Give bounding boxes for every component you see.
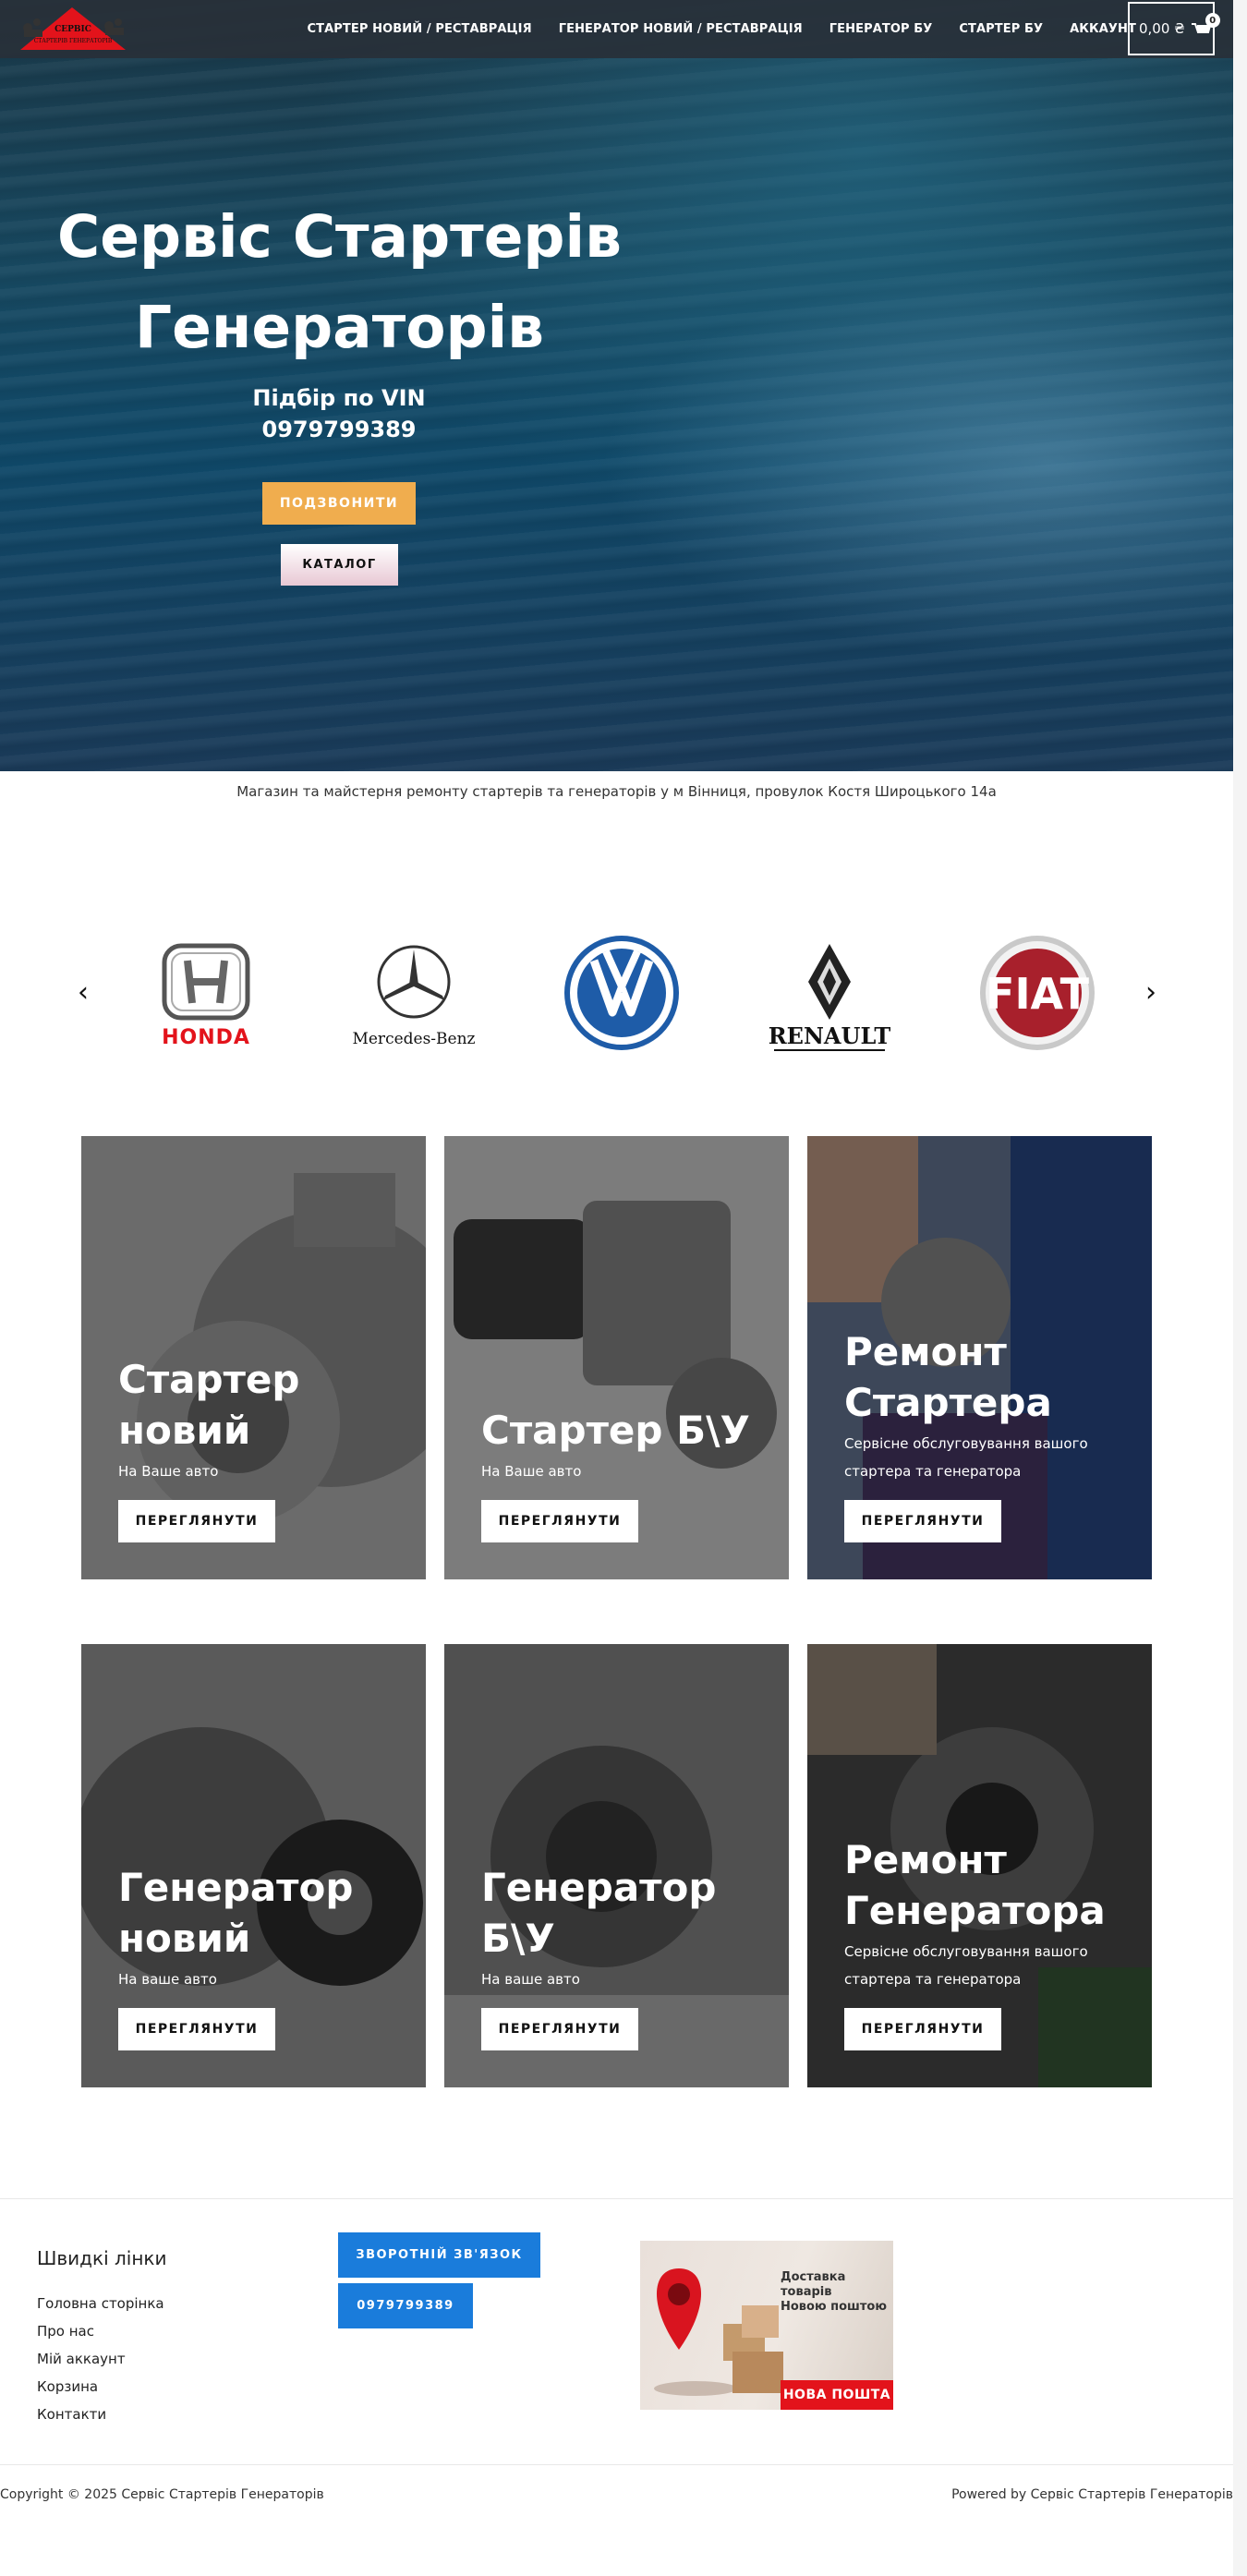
- hero-title: Сервіс Стартерів Генераторів: [55, 192, 624, 373]
- nova-poshta-text: Доставка товарів Новою поштою: [781, 2270, 887, 2315]
- card-desc: На ваше авто: [118, 1971, 217, 1988]
- carousel-prev-icon[interactable]: ‹: [72, 979, 94, 1007]
- card-starter-new[interactable]: Стартер новий На Ваше авто ПЕРЕГЛЯНУТИ: [81, 1136, 426, 1579]
- footer-bottom-divider: [0, 2464, 1233, 2465]
- card-title: Генератор Б\У: [481, 1865, 717, 1961]
- nova-poshta-banner[interactable]: Доставка товарів Новою поштою НОВА ПОШТА: [640, 2241, 893, 2410]
- cart-icon: 0: [1191, 13, 1220, 37]
- card-title: Ремонт Генератора: [844, 1837, 1106, 1933]
- np-text-line1: Доставка: [781, 2270, 846, 2284]
- card-content: Стартер Б\У На Ваше авто ПЕРЕГЛЯНУТИ: [481, 1405, 770, 1542]
- copyright-text: Copyright © 2025 Сервіс Стартерів Генера…: [0, 2487, 324, 2502]
- phone-button[interactable]: 0979799389: [338, 2283, 473, 2328]
- list-item: Корзина: [37, 2373, 164, 2401]
- page: Сервіс Стартерів Генераторів Підбір по V…: [0, 0, 1233, 2576]
- store-tagline: Магазин та майстерня ремонту стартерів т…: [236, 783, 997, 800]
- nav-account[interactable]: АККАУНТ: [1070, 22, 1136, 36]
- card-title: Ремонт Стартера: [844, 1329, 1052, 1425]
- hero-title-line1: Сервіс Стартерів: [57, 203, 622, 271]
- site-logo[interactable]: СЕРВІС СТАРТЕРІВ ГЕНЕРАТОРІВ: [17, 6, 129, 52]
- feedback-button[interactable]: ЗВОРОТНІЙ ЗВ'ЯЗОК: [338, 2232, 540, 2278]
- view-button[interactable]: ПЕРЕГЛЯНУТИ: [118, 2008, 275, 2050]
- view-button[interactable]: ПЕРЕГЛЯНУТИ: [844, 2008, 1001, 2050]
- powered-by-text: Powered by Сервіс Стартерів Генераторів: [951, 2487, 1233, 2502]
- site-header: СЕРВІС СТАРТЕРІВ ГЕНЕРАТОРІВ СТАРТЕР НОВ…: [0, 0, 1233, 58]
- nova-poshta-badge: НОВА ПОШТА: [781, 2380, 893, 2410]
- page-scrollbar[interactable]: [1233, 0, 1247, 2576]
- card-title: Генератор новий: [118, 1865, 354, 1961]
- list-item: Про нас: [37, 2317, 164, 2345]
- quick-links-title: Швидкі лінки: [37, 2247, 167, 2269]
- list-item: Головна сторінка: [37, 2290, 164, 2317]
- card-content: Стартер новий На Ваше авто ПЕРЕГЛЯНУТИ: [118, 1354, 407, 1542]
- np-text-line2: товарів: [781, 2285, 832, 2299]
- view-button[interactable]: ПЕРЕГЛЯНУТИ: [844, 1500, 1001, 1542]
- brand-vw-label: VW: [621, 992, 623, 994]
- card-generator-repair[interactable]: Ремонт Генератора Сервісне обслуговуванн…: [807, 1644, 1152, 2087]
- view-button[interactable]: ПЕРЕГЛЯНУТИ: [481, 2008, 638, 2050]
- card-content: Генератор новий На ваше авто ПЕРЕГЛЯНУТИ: [118, 1862, 407, 2050]
- quick-links-list: Головна сторінка Про нас Мій аккаунт Кор…: [37, 2290, 164, 2428]
- list-item: Мій аккаунт: [37, 2345, 164, 2373]
- card-desc: На ваше авто: [481, 1971, 580, 1988]
- footer-link-home[interactable]: Головна сторінка: [37, 2295, 164, 2312]
- logo-text-bottom: СТАРТЕРІВ ГЕНЕРАТОРІВ: [34, 38, 113, 44]
- card-generator-used[interactable]: Генератор Б\У На ваше авто ПЕРЕГЛЯНУТИ: [444, 1644, 789, 2087]
- hero-title-line2: Генераторів: [134, 294, 545, 361]
- card-title: Стартер Б\У: [481, 1408, 750, 1453]
- nav-starter-new[interactable]: СТАРТЕР НОВИЙ / РЕСТАВРАЦІЯ: [308, 22, 532, 36]
- cart-button[interactable]: 0,00 ₴ 0: [1128, 2, 1220, 55]
- carousel-next-icon[interactable]: ›: [1140, 979, 1162, 1007]
- brand-fiat[interactable]: FIAT: [968, 931, 1107, 1056]
- brand-honda-label: HONDA: [162, 1026, 250, 1049]
- brand-mercedes[interactable]: Mercedes-Benz: [345, 931, 483, 1056]
- footer-link-about[interactable]: Про нас: [37, 2323, 94, 2340]
- brand-carousel: ‹ HONDA Mercedes-Benz VW RENAULT FIAT ›: [0, 931, 1233, 1056]
- np-text-line3: Новою поштою: [781, 2300, 887, 2314]
- cart-total: 0,00 ₴: [1139, 20, 1185, 37]
- hero-vin-label: Підбір по VIN: [252, 385, 426, 411]
- card-content: Ремонт Стартера Сервісне обслуговування …: [844, 1326, 1133, 1542]
- card-content: Генератор Б\У На ваше авто ПЕРЕГЛЯНУТИ: [481, 1862, 770, 2050]
- card-content: Ремонт Генератора Сервісне обслуговуванн…: [844, 1834, 1133, 2050]
- footer-link-account[interactable]: Мій аккаунт: [37, 2351, 126, 2367]
- card-title: Стартер новий: [118, 1357, 300, 1453]
- nav-generator-used[interactable]: ГЕНЕРАТОР БУ: [829, 22, 933, 36]
- logo-text-top: СЕРВІС: [54, 25, 91, 34]
- card-generator-new[interactable]: Генератор новий На ваше авто ПЕРЕГЛЯНУТИ: [81, 1644, 426, 2087]
- hero-section: Сервіс Стартерів Генераторів Підбір по V…: [0, 0, 1233, 771]
- footer-link-cart[interactable]: Корзина: [37, 2378, 98, 2395]
- nav-starter-used[interactable]: СТАРТЕР БУ: [959, 22, 1043, 36]
- brand-renault[interactable]: RENAULT: [760, 931, 899, 1056]
- hero-phone: 0979799389: [261, 417, 417, 442]
- card-desc: На Ваше авто: [118, 1463, 219, 1480]
- card-starter-used[interactable]: Стартер Б\У На Ваше авто ПЕРЕГЛЯНУТИ: [444, 1136, 789, 1579]
- card-starter-repair[interactable]: Ремонт Стартера Сервісне обслуговування …: [807, 1136, 1152, 1579]
- list-item: Контакти: [37, 2401, 164, 2428]
- nav-generator-new[interactable]: ГЕНЕРАТОР НОВИЙ / РЕСТАВРАЦІЯ: [559, 22, 803, 36]
- card-desc: Сервісне обслуговування вашого стартера …: [844, 1435, 1088, 1480]
- brand-mercedes-label: Mercedes-Benz: [352, 1030, 475, 1048]
- call-button[interactable]: ПОДЗВОНИТИ: [262, 482, 416, 525]
- footer-divider: [0, 2198, 1233, 2199]
- catalog-button[interactable]: КАТАЛОГ: [281, 544, 398, 586]
- card-desc: На Ваше авто: [481, 1463, 582, 1480]
- cart-count-badge: 0: [1205, 13, 1220, 28]
- footer-link-contacts[interactable]: Контакти: [37, 2406, 106, 2423]
- main-nav: СТАРТЕР НОВИЙ / РЕСТАВРАЦІЯ ГЕНЕРАТОР НО…: [308, 0, 1136, 58]
- view-button[interactable]: ПЕРЕГЛЯНУТИ: [481, 1500, 638, 1542]
- brand-vw[interactable]: VW: [552, 931, 691, 1056]
- brand-renault-label: RENAULT: [769, 1022, 891, 1049]
- brand-fiat-label: FIAT: [986, 969, 1090, 1019]
- view-button[interactable]: ПЕРЕГЛЯНУТИ: [118, 1500, 275, 1542]
- card-desc: Сервісне обслуговування вашого стартера …: [844, 1943, 1088, 1988]
- hero-subtitle: Підбір по VIN 0979799389: [200, 382, 478, 445]
- brand-honda[interactable]: HONDA: [137, 931, 275, 1056]
